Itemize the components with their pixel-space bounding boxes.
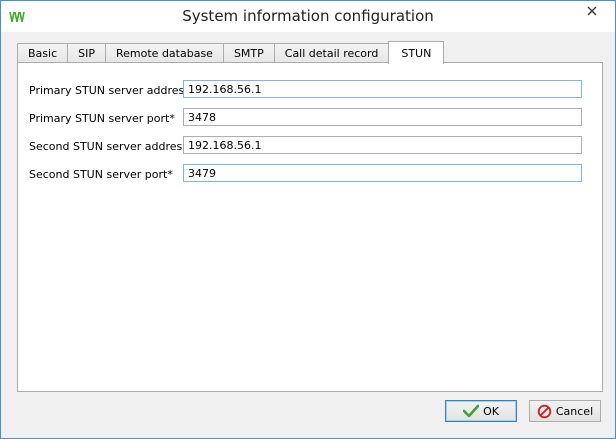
- dialog-window: System information configuration Basic S…: [0, 0, 616, 439]
- tab-call-detail-record[interactable]: Call detail record: [273, 43, 390, 63]
- second-address-label: Second STUN server address*: [29, 139, 194, 153]
- primary-address-input[interactable]: [183, 80, 582, 98]
- tab-remote-database[interactable]: Remote database: [105, 43, 224, 63]
- tab-sip[interactable]: SIP: [67, 43, 106, 63]
- ok-button[interactable]: OK: [445, 400, 517, 422]
- title-bar[interactable]: System information configuration: [1, 1, 615, 32]
- stun-settings-panel: Primary STUN server address* Primary STU…: [17, 62, 603, 392]
- second-port-input[interactable]: [183, 164, 582, 182]
- primary-port-input[interactable]: [183, 108, 582, 126]
- primary-address-row: Primary STUN server address*: [29, 80, 582, 100]
- second-port-label: Second STUN server port*: [29, 167, 173, 181]
- primary-address-label: Primary STUN server address*: [29, 83, 196, 97]
- tab-bar: Basic SIP Remote database SMTP Call deta…: [17, 41, 445, 64]
- close-button[interactable]: [575, 1, 609, 21]
- checkmark-icon: [463, 404, 480, 418]
- dialog-content: Basic SIP Remote database SMTP Call deta…: [8, 32, 608, 430]
- tab-basic[interactable]: Basic: [17, 43, 69, 63]
- tab-stun[interactable]: STUN: [388, 41, 445, 64]
- primary-port-row: Primary STUN server port*: [29, 108, 582, 128]
- cancel-button[interactable]: Cancel: [529, 400, 601, 422]
- second-address-input[interactable]: [183, 136, 582, 154]
- second-port-row: Second STUN server port*: [29, 164, 582, 184]
- primary-port-label: Primary STUN server port*: [29, 111, 175, 125]
- second-address-row: Second STUN server address*: [29, 136, 582, 156]
- cancel-icon: [537, 404, 552, 418]
- cancel-button-label: Cancel: [555, 404, 594, 418]
- close-icon: [587, 6, 597, 16]
- ok-button-label: OK: [483, 404, 499, 418]
- window-title: System information configuration: [182, 7, 434, 25]
- tab-smtp[interactable]: SMTP: [222, 43, 275, 63]
